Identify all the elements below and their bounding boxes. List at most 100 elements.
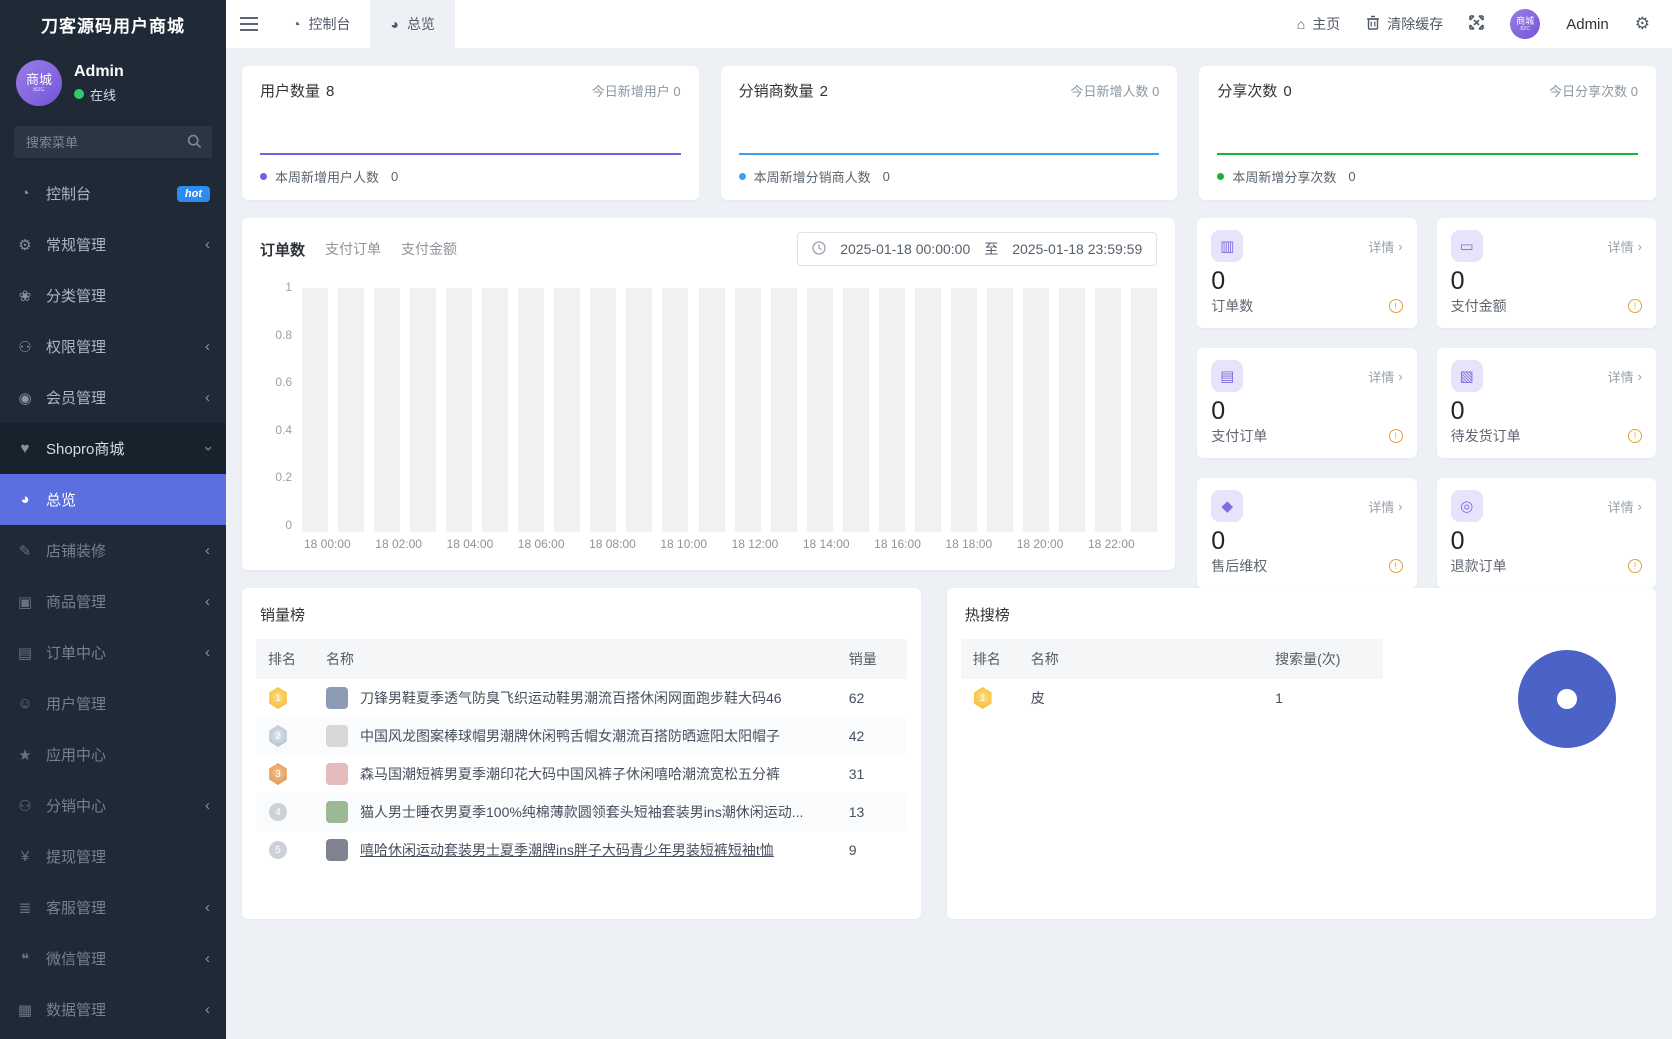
detail-link[interactable]: 详情 › — [1368, 237, 1402, 256]
product-name[interactable]: 嘻哈休闲运动套装男士夏季潮牌ins胖子大码青少年男装短裤短袖t恤 — [360, 840, 774, 860]
sidebar-item-wechat[interactable]: ❝ 微信管理 ‹ — [0, 933, 226, 984]
info-icon[interactable]: ! — [1628, 299, 1642, 313]
table-row[interactable]: 5 嘻哈休闲运动套装男士夏季潮牌ins胖子大码青少年男装短裤短袖t恤 9 — [256, 831, 907, 869]
chevron-right-icon: › — [1637, 498, 1642, 514]
sidebar-item-shopro[interactable]: ♥ Shopro商城 ‹ — [0, 423, 226, 474]
bar-chart: 1 0.8 0.6 0.4 0.2 0 18 00:00 18 02:00 18 04:00 1… — [260, 280, 1158, 556]
chevron-left-icon: ‹ — [205, 542, 210, 559]
sales-rank-card: 销量榜 排名 名称 销量 1 刀锋男鞋夏季透气防臭飞织运动鞋男潮流百搭休闲网面跑… — [242, 588, 921, 919]
sidebar-item-service[interactable]: ≣ 客服管理 ‹ — [0, 882, 226, 933]
table-row[interactable]: 1 刀锋男鞋夏季透气防臭飞织运动鞋男潮流百搭休闲网面跑步鞋大码46 62 — [256, 679, 907, 717]
topbar-username[interactable]: Admin — [1566, 16, 1609, 33]
sidebar-item-goods[interactable]: ▣ 商品管理 ‹ — [0, 576, 226, 627]
table-row[interactable]: 3 森马国潮短裤男夏季潮印花大码中国风裤子休闲嘻哈潮流宽松五分裤 31 — [256, 755, 907, 793]
goods-icon: ▣ — [17, 593, 33, 611]
keyword[interactable]: 皮 — [1019, 679, 1263, 717]
sidebar-item-withdraw[interactable]: ¥ 提现管理 — [0, 831, 226, 882]
product-name[interactable]: 猫人男士睡衣男夏季100%纯棉薄款圆领套头短袖套装男ins潮休闲运动... — [360, 802, 803, 822]
profile-status: 在线 — [74, 85, 124, 104]
menu-toggle-button[interactable] — [226, 0, 272, 48]
summary-card-order-count: ▥ 详情 › 0 订单数 ! — [1197, 218, 1417, 328]
info-icon[interactable]: ! — [1388, 299, 1403, 313]
profile-section: 商城 B2C Admin 在线 — [0, 48, 226, 120]
info-icon[interactable]: ! — [1388, 429, 1403, 443]
settings-gear-icon[interactable]: ⚙ — [1635, 14, 1650, 34]
stat-card-users: 用户数量 8 今日新增用户 0 本周新增用户人数 0 — [242, 66, 699, 200]
tab-dashboard[interactable]: ◔ 控制台 — [272, 0, 370, 48]
detail-link[interactable]: 详情 › — [1368, 367, 1402, 386]
sidebar-item-users[interactable]: ☺ 用户管理 — [0, 678, 226, 729]
table-row[interactable]: 2 中国风龙图案棒球帽男潮牌休闲鸭舌帽女潮流百搭防晒遮阳太阳帽子 42 — [256, 717, 907, 755]
sidebar-item-permission[interactable]: ⚇ 权限管理 ‹ — [0, 321, 226, 372]
info-icon[interactable]: ! — [1388, 559, 1403, 573]
date-from[interactable]: 2025-01-18 00:00:00 — [840, 241, 970, 257]
home-icon: ⌂ — [1296, 16, 1306, 32]
sidebar-item-member[interactable]: ◉ 会员管理 ‹ — [0, 372, 226, 423]
data-chart-icon: ▦ — [17, 1001, 33, 1019]
topbar: ◔ 控制台 ◕ 总览 ⌂ 主页 清除缓存 商城 B2C Admin ⚙ — [226, 0, 1672, 48]
search-input[interactable] — [14, 126, 212, 158]
chevron-right-icon: › — [1398, 498, 1403, 514]
refund-icon: ◎ — [1450, 490, 1483, 522]
sidebar-item-orders[interactable]: ▤ 订单中心 ‹ — [0, 627, 226, 678]
sidebar-item-data[interactable]: ▦ 数据管理 ‹ — [0, 984, 226, 1035]
fullscreen-button[interactable] — [1469, 15, 1485, 33]
order-count-icon: ▥ — [1211, 230, 1244, 262]
sidebar-item-category[interactable]: ❀ 分类管理 — [0, 270, 226, 321]
table-row[interactable]: 4 猫人男士睡衣男夏季100%纯棉薄款圆领套头短袖套装男ins潮休闲运动... … — [256, 793, 907, 831]
bottom-row: 销量榜 排名 名称 销量 1 刀锋男鞋夏季透气防臭飞织运动鞋男潮流百搭休闲网面跑… — [242, 588, 1656, 919]
table-row[interactable]: 1 皮 1 — [961, 679, 1383, 717]
app-title: 刀客源码用户商城 — [41, 16, 185, 36]
chart-tab-paid-amount[interactable]: 支付金额 — [401, 239, 457, 259]
tab-overview[interactable]: ◕ 总览 — [370, 0, 455, 48]
avatar[interactable]: 商城 B2C — [1510, 9, 1541, 39]
product-name[interactable]: 中国风龙图案棒球帽男潮牌休闲鸭舌帽女潮流百搭防晒遮阳太阳帽子 — [360, 726, 780, 746]
avatar[interactable]: 商城 B2C — [16, 60, 62, 106]
chart-tab-paid-orders[interactable]: 支付订单 — [325, 239, 381, 259]
distribution-icon: ⚇ — [18, 797, 32, 815]
date-separator: 至 — [984, 241, 999, 257]
info-icon[interactable]: ! — [1628, 559, 1642, 573]
sidebar-item-dashboard[interactable]: ◔ 控制台 hot — [0, 168, 226, 219]
hot-search-title: 热搜榜 — [964, 607, 1010, 624]
sales-rank-title: 销量榜 — [260, 607, 306, 624]
legend-dot-icon — [738, 173, 746, 180]
date-range-picker[interactable]: 2025-01-18 00:00:00 至 2025-01-18 23:59:5… — [797, 232, 1158, 266]
trash-icon — [1366, 15, 1380, 33]
detail-link[interactable]: 详情 › — [1368, 497, 1402, 516]
users-group-icon: ⚇ — [18, 338, 32, 356]
sidebar-item-apps[interactable]: ★ 应用中心 — [0, 729, 226, 780]
product-name[interactable]: 刀锋男鞋夏季透气防臭飞织运动鞋男潮流百搭休闲网面跑步鞋大码46 — [360, 688, 782, 708]
chevron-left-icon: ‹ — [205, 236, 210, 253]
member-icon: ◉ — [18, 389, 32, 407]
clear-cache-button[interactable]: 清除缓存 — [1366, 14, 1443, 34]
leaf-icon: ❀ — [18, 287, 32, 305]
detail-link[interactable]: 详情 › — [1608, 367, 1642, 386]
date-to[interactable]: 2025-01-18 23:59:59 — [1012, 241, 1142, 257]
wechat-icon: ❝ — [20, 950, 30, 968]
order-chart-card: 订单数 支付订单 支付金额 2025-01-18 00:00:00 至 2025… — [242, 218, 1176, 570]
sidebar-item-distribution[interactable]: ⚇ 分销中心 ‹ — [0, 780, 226, 831]
chart-tab-order-count[interactable]: 订单数 — [260, 239, 305, 260]
online-dot-icon — [74, 89, 84, 99]
summary-card-pay-amount: ▭ 详情 › 0 支付金额 ! — [1436, 218, 1656, 328]
hot-search-card: 热搜榜 排名 名称 搜索量(次) 1 皮 1 — [946, 588, 1656, 919]
chevron-left-icon: ‹ — [205, 950, 210, 967]
detail-link[interactable]: 详情 › — [1608, 497, 1642, 516]
profile-name: Admin — [74, 62, 124, 80]
detail-link[interactable]: 详情 › — [1608, 237, 1642, 256]
summary-card-refund: ◎ 详情 › 0 退款订单 ! — [1436, 478, 1656, 588]
sidebar-item-general[interactable]: ⚙ 常规管理 ‹ — [0, 219, 226, 270]
home-button[interactable]: ⌂ 主页 — [1297, 14, 1340, 34]
hot-search-donut-chart — [1518, 650, 1616, 748]
legend-dot-icon — [1217, 173, 1225, 180]
info-icon[interactable]: ! — [1628, 429, 1642, 443]
chevron-left-icon: ‹ — [205, 389, 210, 406]
order-file-icon: ▤ — [17, 644, 33, 662]
stat-line — [738, 153, 1160, 155]
sidebar-item-decoration[interactable]: ✎ 店铺装修 ‹ — [0, 525, 226, 576]
chevron-right-icon: › — [1637, 368, 1642, 384]
product-name[interactable]: 森马国潮短裤男夏季潮印花大码中国风裤子休闲嘻哈潮流宽松五分裤 — [360, 764, 780, 784]
shop-heart-icon: ♥ — [20, 440, 30, 457]
sidebar-item-overview[interactable]: ◕ 总览 — [0, 474, 226, 525]
